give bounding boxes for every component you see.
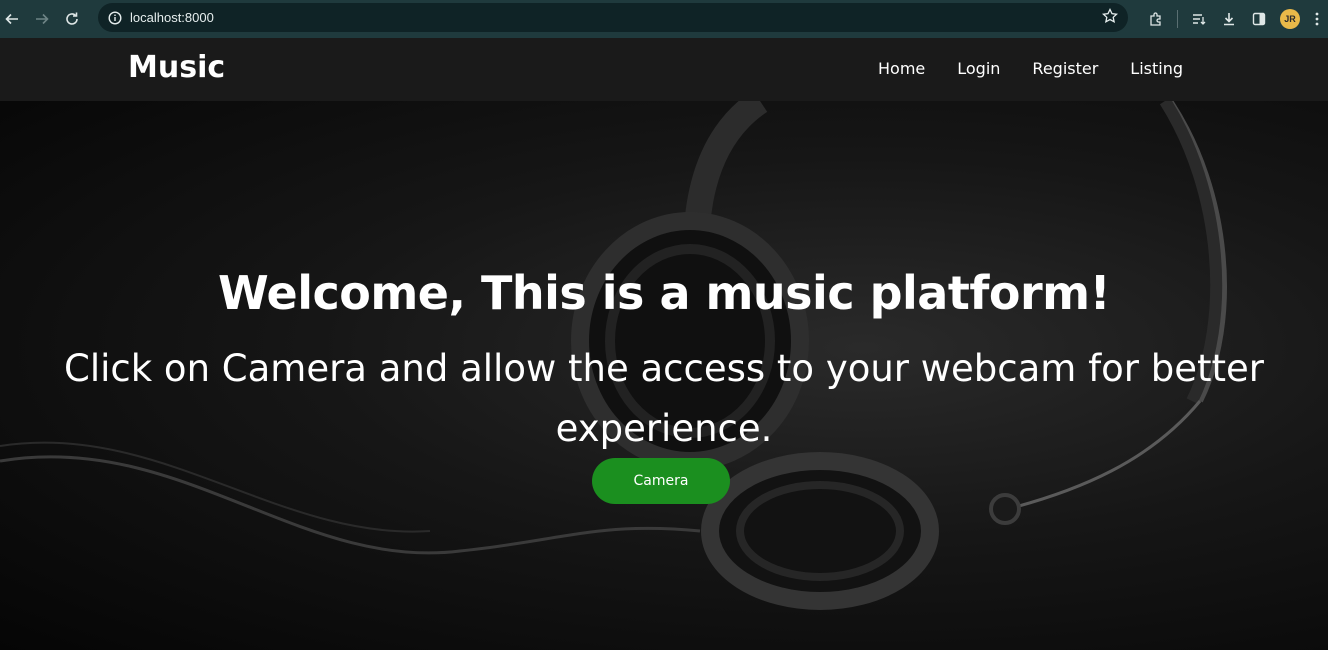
brand-logo[interactable]: Music [128,50,225,85]
address-bar[interactable]: localhost:8000 [98,3,1128,32]
nav-link-listing[interactable]: Listing [1114,59,1199,78]
bookmark-star-icon[interactable] [1101,7,1119,28]
camera-button[interactable]: Camera [592,458,730,504]
more-menu-icon[interactable] [1306,4,1328,34]
extensions-icon[interactable] [1141,4,1171,34]
hero-subtitle: Click on Camera and allow the access to … [64,347,1264,450]
back-arrow-icon[interactable] [0,4,27,34]
side-panel-icon[interactable] [1244,4,1274,34]
forward-arrow-icon[interactable] [27,4,57,34]
toolbar-actions: JR [1141,0,1328,38]
hero-title: Welcome, This is a music platform! [217,266,1111,320]
nav-link-home[interactable]: Home [862,59,941,78]
browser-toolbar: localhost:8000 JR [0,0,1328,38]
site-info-icon[interactable] [100,10,130,25]
reload-icon[interactable] [57,4,87,34]
nav-links: Home Login Register Listing [862,59,1199,78]
nav-link-register[interactable]: Register [1016,59,1114,78]
toolbar-divider [1177,10,1178,28]
nav-link-login[interactable]: Login [941,59,1016,78]
profile-avatar[interactable]: JR [1280,9,1300,29]
site-navbar: Music Home Login Register Listing [0,38,1328,101]
url-text[interactable]: localhost:8000 [130,10,214,25]
hero-section: Welcome, This is a music platform! Click… [0,101,1328,650]
reading-list-icon[interactable] [1184,4,1214,34]
download-icon[interactable] [1214,4,1244,34]
